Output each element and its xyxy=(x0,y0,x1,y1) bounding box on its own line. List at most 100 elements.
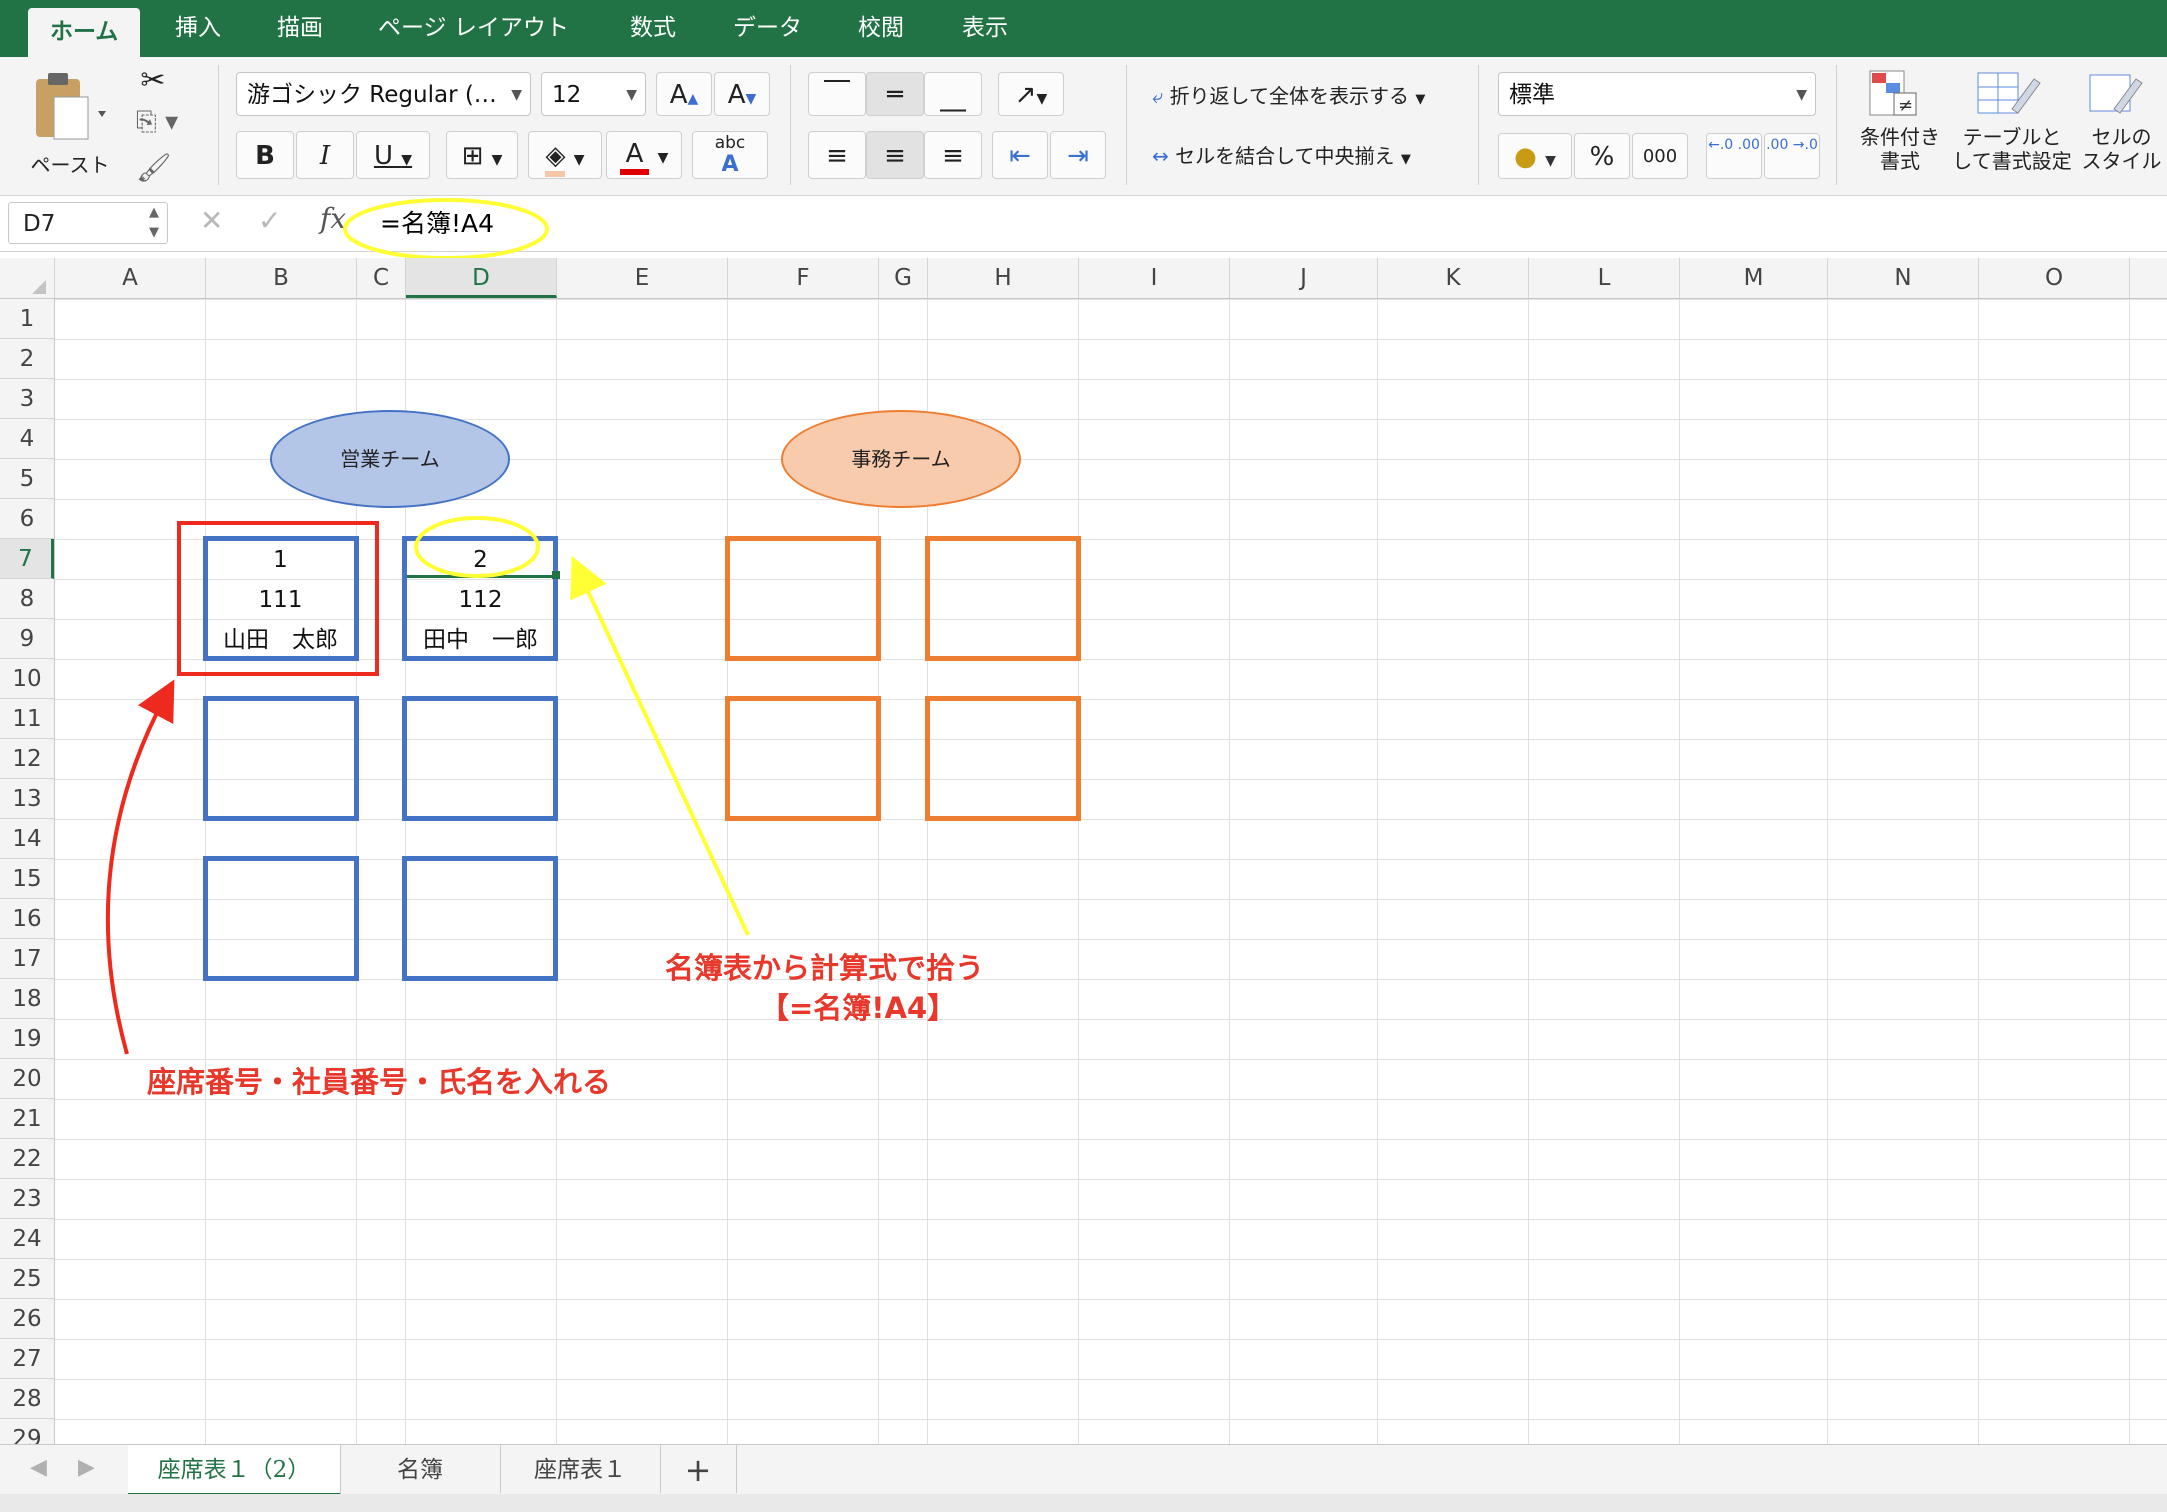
column-header-D[interactable]: D xyxy=(406,258,557,298)
column-header-A[interactable]: A xyxy=(55,258,206,298)
tab-insert[interactable]: 挿入 xyxy=(175,0,221,57)
row-header-16[interactable]: 16 xyxy=(0,899,54,939)
increase-indent-button[interactable]: ⇥ xyxy=(1050,131,1106,179)
tab-home[interactable]: ホーム xyxy=(28,8,141,57)
column-header-B[interactable]: B xyxy=(206,258,357,298)
tab-formulas[interactable]: 数式 xyxy=(630,0,676,57)
align-center-button[interactable]: ≡ xyxy=(866,131,924,179)
percent-button[interactable]: % xyxy=(1574,133,1630,179)
fill-color-button[interactable]: ◈ ▼ xyxy=(528,131,602,179)
copy-icon[interactable]: ⎘ ▾ xyxy=(136,107,196,141)
row-header-6[interactable]: 6 xyxy=(0,499,54,539)
align-right-button[interactable]: ≡ xyxy=(924,131,982,179)
phonetic-button[interactable]: abc A xyxy=(692,131,768,179)
row-header-3[interactable]: 3 xyxy=(0,379,54,419)
font-size-select[interactable]: 12 ▼ xyxy=(541,72,646,116)
enter-icon[interactable]: ✓ xyxy=(258,204,288,237)
orientation-button[interactable]: ↗▼ xyxy=(998,72,1064,116)
column-header-I[interactable]: I xyxy=(1079,258,1230,298)
add-sheet-button[interactable]: + xyxy=(660,1445,737,1493)
sheet-tab-roster[interactable]: 名簿 xyxy=(340,1445,501,1493)
merge-center-button[interactable]: ↔ セルを結合して中央揃え ▼ xyxy=(1152,139,1452,173)
row-header-4[interactable]: 4 xyxy=(0,419,54,459)
row-header-2[interactable]: 2 xyxy=(0,339,54,379)
conditional-formatting-button[interactable]: ≠ 条件付き 書式 xyxy=(1852,65,1948,193)
align-left-button[interactable]: ≡ xyxy=(808,131,866,179)
row-header-19[interactable]: 19 xyxy=(0,1019,54,1059)
column-header-C[interactable]: C xyxy=(357,258,406,298)
column-header-F[interactable]: F xyxy=(728,258,879,298)
column-header-O[interactable]: O xyxy=(1979,258,2130,298)
column-header-K[interactable]: K xyxy=(1378,258,1529,298)
name-box[interactable]: D7 ▲ ▼ xyxy=(8,202,168,244)
format-painter-icon[interactable]: 🖌 xyxy=(136,151,172,185)
cut-icon[interactable]: ✂ xyxy=(136,63,170,98)
column-header-N[interactable]: N xyxy=(1828,258,1979,298)
row-header-22[interactable]: 22 xyxy=(0,1139,54,1179)
row-header-26[interactable]: 26 xyxy=(0,1299,54,1339)
align-top-button[interactable]: ⎺ xyxy=(808,72,866,116)
row-header-15[interactable]: 15 xyxy=(0,859,54,899)
wrap-text-button[interactable]: ⤶ 折り返して全体を表示する ▼ xyxy=(1152,79,1452,113)
row-header-13[interactable]: 13 xyxy=(0,779,54,819)
column-header-M[interactable]: M xyxy=(1680,258,1828,298)
currency-button[interactable]: ● ▼ xyxy=(1498,133,1572,179)
cell-styles-button[interactable]: セルの スタイル xyxy=(2076,65,2167,193)
row-header-29[interactable]: 29 xyxy=(0,1419,54,1444)
row-header-27[interactable]: 27 xyxy=(0,1339,54,1379)
row-header-9[interactable]: 9 xyxy=(0,619,54,659)
row-header-23[interactable]: 23 xyxy=(0,1179,54,1219)
align-bottom-button[interactable]: ⎽ xyxy=(924,72,982,116)
sheet-tab-seating[interactable]: 座席表１ xyxy=(500,1445,661,1493)
grow-font-button[interactable]: A▲ xyxy=(656,72,712,116)
row-header-5[interactable]: 5 xyxy=(0,459,54,499)
increase-decimal-button[interactable]: ←.0 .00 xyxy=(1706,133,1762,179)
row-header-25[interactable]: 25 xyxy=(0,1259,54,1299)
row-header-10[interactable]: 10 xyxy=(0,659,54,699)
svg-text:≠: ≠ xyxy=(1898,95,1913,116)
column-header-H[interactable]: H xyxy=(928,258,1079,298)
align-middle-button[interactable]: ═ xyxy=(866,72,924,116)
cancel-icon[interactable]: ✕ xyxy=(200,204,230,237)
tab-page-layout[interactable]: ページ レイアウト xyxy=(378,0,569,57)
row-header-28[interactable]: 28 xyxy=(0,1379,54,1419)
column-header-J[interactable]: J xyxy=(1230,258,1378,298)
font-color-button[interactable]: A ▼ xyxy=(606,131,682,179)
italic-button[interactable]: I xyxy=(296,131,354,179)
row-header-14[interactable]: 14 xyxy=(0,819,54,859)
row-header-1[interactable]: 1 xyxy=(0,299,54,339)
tab-review[interactable]: 校閲 xyxy=(858,0,904,57)
row-header-18[interactable]: 18 xyxy=(0,979,54,1019)
row-header-20[interactable]: 20 xyxy=(0,1059,54,1099)
prev-sheet-icon[interactable]: ◀ xyxy=(30,1455,47,1480)
tab-draw[interactable]: 描画 xyxy=(277,0,323,57)
row-header-8[interactable]: 8 xyxy=(0,579,54,619)
number-format-select[interactable]: 標準 ▼ xyxy=(1498,72,1816,116)
cell-grid[interactable]: 営業チーム 事務チーム 1 111 山田 太郎 2 112 田中 一郎 名簿表か… xyxy=(55,299,2167,1444)
paste-button[interactable] xyxy=(26,67,110,147)
comma-button[interactable]: 000 xyxy=(1632,133,1688,179)
borders-button[interactable]: ⊞ ▼ xyxy=(446,131,518,179)
decrease-indent-button[interactable]: ⇤ xyxy=(992,131,1048,179)
row-header-21[interactable]: 21 xyxy=(0,1099,54,1139)
row-header-17[interactable]: 17 xyxy=(0,939,54,979)
underline-button[interactable]: U ▼ xyxy=(356,131,430,179)
column-header-E[interactable]: E xyxy=(557,258,728,298)
row-header-7[interactable]: 7 xyxy=(0,539,54,579)
row-header-11[interactable]: 11 xyxy=(0,699,54,739)
tab-data[interactable]: データ xyxy=(733,0,802,57)
chevron-down-icon: ▼ xyxy=(511,87,522,103)
sheet-tab-seating-2[interactable]: 座席表１（2） xyxy=(128,1445,341,1496)
shrink-font-button[interactable]: A▼ xyxy=(714,72,770,116)
decrease-decimal-button[interactable]: .00 →.0 xyxy=(1764,133,1820,179)
bold-button[interactable]: B xyxy=(236,131,294,179)
column-header-L[interactable]: L xyxy=(1529,258,1680,298)
column-header-G[interactable]: G xyxy=(879,258,928,298)
row-header-12[interactable]: 12 xyxy=(0,739,54,779)
format-as-table-button[interactable]: テーブルと して書式設定 xyxy=(1952,65,2072,193)
next-sheet-icon[interactable]: ▶ xyxy=(78,1455,95,1480)
font-name-select[interactable]: 游ゴシック Regular (… ▼ xyxy=(236,72,531,116)
row-header-24[interactable]: 24 xyxy=(0,1219,54,1259)
select-all-corner[interactable] xyxy=(0,258,55,298)
tab-view[interactable]: 表示 xyxy=(962,0,1008,57)
